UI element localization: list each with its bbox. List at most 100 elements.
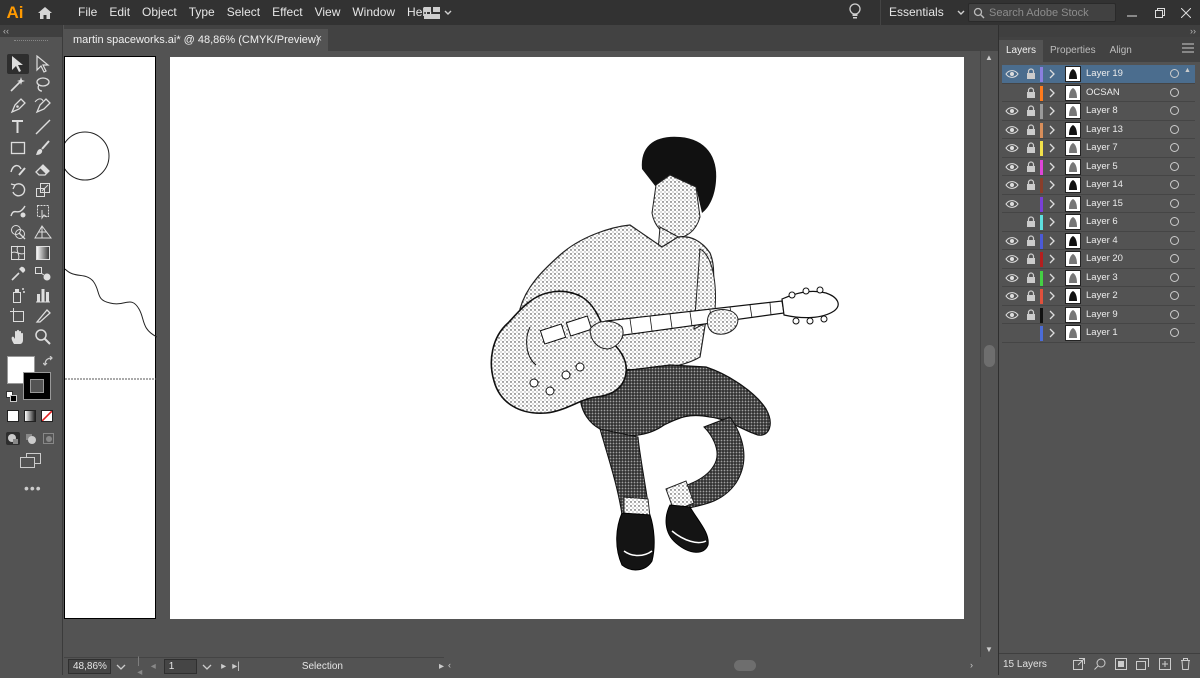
screen-mode-icon[interactable] <box>20 453 42 472</box>
artboard-number-field[interactable]: 1 <box>163 659 198 674</box>
panel-grip[interactable] <box>0 37 62 45</box>
perspective-grid-tool[interactable] <box>32 222 54 242</box>
target-circle-icon[interactable] <box>1170 124 1179 134</box>
layer-row[interactable]: Layer 14 <box>1002 176 1195 195</box>
color-mode-icon[interactable] <box>7 410 19 422</box>
symbol-sprayer-tool[interactable] <box>7 285 29 305</box>
lock-icon[interactable] <box>1026 234 1036 247</box>
last-artboard-icon[interactable]: ▸| <box>232 661 240 672</box>
collapse-panel-icon[interactable]: ›› <box>999 25 1200 37</box>
visibility-eye-icon[interactable] <box>1005 290 1019 302</box>
trash-icon[interactable] <box>1180 658 1191 670</box>
lock-icon[interactable] <box>1026 308 1036 321</box>
chevron-right-icon[interactable] <box>1048 87 1056 99</box>
vertical-scroll-thumb[interactable] <box>984 345 995 367</box>
draw-behind-icon[interactable] <box>24 432 38 445</box>
lock-icon[interactable] <box>1026 123 1036 136</box>
lock-icon[interactable] <box>1026 179 1036 191</box>
type-tool[interactable] <box>7 117 29 137</box>
tab-layers[interactable]: Layers <box>999 40 1044 62</box>
new-sublayer-icon[interactable] <box>1136 658 1150 670</box>
blend-tool[interactable] <box>32 264 54 284</box>
artboard-secondary[interactable] <box>64 56 158 619</box>
none-mode-icon[interactable] <box>41 410 53 422</box>
scale-tool[interactable] <box>32 180 54 200</box>
zoom-field[interactable]: 48,86% <box>68 659 112 674</box>
locate-object-icon[interactable] <box>1094 658 1106 670</box>
lock-icon[interactable] <box>1026 86 1036 99</box>
chevron-right-icon[interactable] <box>1048 68 1056 80</box>
visibility-eye-icon[interactable] <box>1005 142 1019 154</box>
lock-icon[interactable] <box>1026 216 1036 228</box>
visibility-eye-icon[interactable] <box>1005 235 1019 247</box>
first-artboard-icon[interactable]: |◂ <box>137 656 145 678</box>
chevron-right-icon[interactable] <box>1048 290 1056 302</box>
rectangle-tool[interactable] <box>7 138 29 158</box>
gradient-mode-icon[interactable] <box>24 410 36 422</box>
layer-row[interactable]: Layer 2 <box>1002 287 1195 306</box>
search-input[interactable] <box>989 6 1107 19</box>
horizontal-scroll-thumb[interactable] <box>734 660 756 671</box>
gradient-tool[interactable] <box>32 243 54 263</box>
artboard-main[interactable] <box>170 57 964 619</box>
arrange-documents-button[interactable] <box>424 4 458 21</box>
lock-icon[interactable] <box>1026 105 1036 117</box>
layer-row[interactable]: Layer 6 <box>1002 213 1195 232</box>
canvas[interactable] <box>64 51 980 657</box>
workspace-switcher[interactable]: Essentials <box>880 0 973 25</box>
layer-row[interactable]: Layer 8 <box>1002 102 1195 121</box>
scroll-down-icon[interactable]: ▼ <box>985 645 993 654</box>
home-icon[interactable] <box>30 0 60 25</box>
lock-icon[interactable] <box>1026 68 1036 80</box>
eyedropper-tool[interactable] <box>7 264 29 284</box>
panel-menu-icon[interactable] <box>1182 43 1194 53</box>
target-circle-icon[interactable] <box>1170 291 1179 300</box>
draw-normal-icon[interactable] <box>6 432 20 445</box>
layer-row[interactable]: Layer 3 <box>1002 269 1195 287</box>
menu-file[interactable]: File <box>72 0 103 25</box>
chevron-right-icon[interactable] <box>1048 309 1056 321</box>
scroll-right-icon[interactable]: › <box>970 660 973 670</box>
target-circle-icon[interactable] <box>1170 328 1179 337</box>
target-circle-icon[interactable] <box>1170 106 1179 115</box>
chevron-down-icon[interactable] <box>115 663 127 671</box>
lock-icon[interactable] <box>1026 253 1036 265</box>
chevron-right-icon[interactable] <box>1048 142 1056 154</box>
visibility-eye-icon[interactable] <box>1005 124 1019 136</box>
target-circle-icon[interactable] <box>1170 198 1179 208</box>
visibility-eye-icon[interactable] <box>1005 179 1019 191</box>
shape-builder-tool[interactable] <box>7 222 29 242</box>
zoom-tool[interactable] <box>32 327 54 347</box>
target-circle-icon[interactable] <box>1170 161 1179 171</box>
restore-button[interactable] <box>1146 0 1174 25</box>
chevron-right-icon[interactable] <box>1048 327 1056 339</box>
layer-row[interactable]: OCSAN <box>1002 84 1195 102</box>
layer-row[interactable]: Layer 4 <box>1002 232 1195 250</box>
stroke-swatch[interactable] <box>23 372 51 400</box>
lock-icon[interactable] <box>1026 271 1036 284</box>
horizontal-scrollbar[interactable]: ‹ › <box>444 657 998 675</box>
target-circle-icon[interactable] <box>1170 254 1179 263</box>
shaper-tool[interactable] <box>7 159 29 179</box>
layer-row[interactable]: Layer 15 <box>1002 195 1195 213</box>
export-icon[interactable] <box>1073 658 1085 670</box>
target-circle-icon[interactable] <box>1170 272 1179 282</box>
layer-row[interactable]: Layer 1 <box>1002 324 1195 343</box>
default-fill-stroke-icon[interactable] <box>6 391 18 406</box>
paintbrush-tool[interactable] <box>32 138 54 158</box>
collapse-icon[interactable]: ‹‹ <box>0 25 62 37</box>
layer-row[interactable]: Layer 20 <box>1002 250 1195 269</box>
visibility-eye-icon[interactable] <box>1005 161 1019 173</box>
pen-tool[interactable] <box>7 96 29 116</box>
lock-icon[interactable] <box>1026 290 1036 302</box>
swap-fill-stroke-icon[interactable] <box>42 355 55 371</box>
selection-tool[interactable] <box>7 54 29 74</box>
magic-wand-tool[interactable] <box>7 75 29 95</box>
minimize-button[interactable] <box>1118 0 1146 25</box>
visibility-toggle[interactable] <box>1005 216 1019 228</box>
target-circle-icon[interactable] <box>1170 235 1179 245</box>
visibility-eye-icon[interactable] <box>1005 272 1019 284</box>
layers-scrollbar[interactable]: ▲ <box>1181 65 1195 345</box>
chevron-right-icon[interactable] <box>1048 216 1056 228</box>
chevron-right-icon[interactable] <box>1048 253 1056 265</box>
